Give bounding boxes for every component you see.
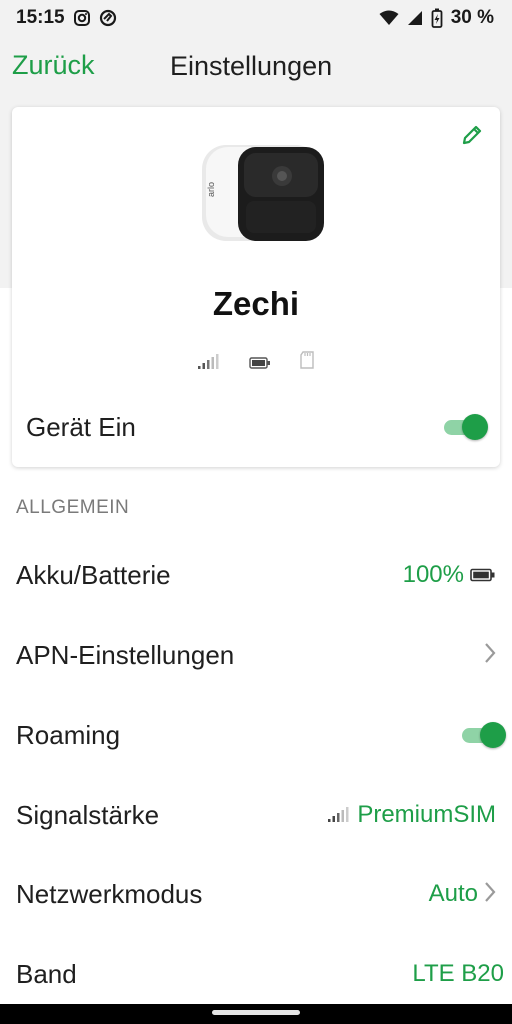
row-value-group: Auto <box>429 880 496 908</box>
device-card: arlo Zechi Gerät Ein <box>12 107 500 467</box>
row-signal-strength[interactable]: Signalstärke PremiumSIM <box>0 775 512 855</box>
signal-bars-icon <box>197 353 221 374</box>
row-label: Netzwerkmodus <box>16 878 203 909</box>
toggle-knob <box>480 722 506 748</box>
row-value-group: 100% <box>403 561 496 589</box>
wifi-icon <box>379 10 399 26</box>
band-value: LTE B20 <box>412 960 504 987</box>
page-title: Einstellungen <box>170 51 333 81</box>
row-label: Band <box>16 958 77 989</box>
row-band[interactable]: Band LTE B20 <box>0 934 512 1014</box>
device-name: Zechi <box>212 285 300 322</box>
status-bar: 15:15 30 % <box>0 0 512 36</box>
row-label: Roaming <box>16 719 121 750</box>
device-status-icons <box>12 351 500 374</box>
device-power-toggle[interactable] <box>442 414 488 440</box>
camera-image: arlo <box>198 139 328 251</box>
battery-charging-icon <box>431 8 443 28</box>
row-network-mode[interactable]: Netzwerkmodus Auto <box>0 854 512 934</box>
signal-icon <box>407 10 423 26</box>
battery-icon <box>470 561 496 589</box>
roaming-toggle[interactable] <box>460 722 506 748</box>
row-label: APN-Einstellungen <box>16 639 235 670</box>
nav-bar: Zurück Einstellungen <box>0 36 512 98</box>
back-button[interactable]: Zurück <box>12 50 95 81</box>
row-value-group <box>484 642 496 668</box>
device-power-label: Gerät Ein <box>26 412 136 442</box>
row-roaming[interactable]: Roaming <box>0 695 512 775</box>
battery-percent: 30 % <box>450 7 494 28</box>
row-label: Signalstärke <box>16 799 160 830</box>
toggle-knob <box>462 414 488 440</box>
row-value-group: PremiumSIM <box>327 801 496 829</box>
battery-icon <box>249 356 271 374</box>
battery-value: 100% <box>402 561 464 588</box>
camera-brand-label: arlo <box>206 182 216 197</box>
row-battery[interactable]: Akku/Batterie 100% <box>0 535 512 615</box>
instagram-icon <box>73 9 91 27</box>
row-label: Akku/Batterie <box>16 559 171 590</box>
chevron-right-icon <box>484 642 496 668</box>
pencil-edit-icon[interactable] <box>460 123 484 152</box>
chevron-right-icon <box>484 881 496 907</box>
sd-card-icon <box>299 351 315 374</box>
signal-provider: PremiumSIM <box>357 801 496 828</box>
status-time: 15:15 <box>16 7 65 28</box>
home-gesture-handle[interactable] <box>212 1010 300 1015</box>
section-header-general: ALLGEMEIN <box>16 497 130 518</box>
network-mode-value: Auto <box>428 880 478 907</box>
signal-bars-icon <box>327 801 351 829</box>
row-apn-settings[interactable]: APN-Einstellungen <box>0 615 512 695</box>
at-sign-icon <box>99 9 117 27</box>
row-value-group: LTE B20 <box>412 960 504 988</box>
